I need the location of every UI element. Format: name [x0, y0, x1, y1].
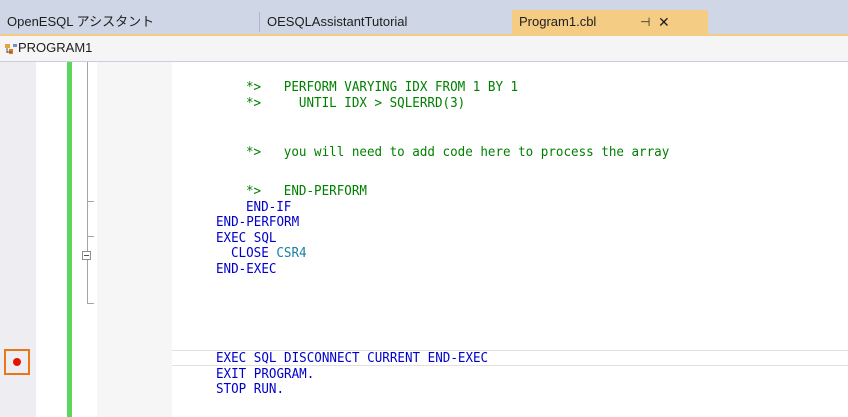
tab-program1-cbl[interactable]: Program1.cbl ⊣ ✕: [512, 10, 708, 34]
code-line: END-PERFORM: [216, 214, 300, 230]
code-editor[interactable]: *> PERFORM VARYING IDX FROM 1 BY 1 *> UN…: [0, 62, 848, 417]
tab-oesqlassistanttutorial[interactable]: OESQLAssistantTutorial: [260, 10, 512, 34]
code-line: STOP RUN.: [216, 381, 285, 397]
program-selector: PROGRAM1: [18, 40, 93, 55]
code-line: END-EXEC: [216, 261, 277, 277]
tab-openesql-assistant[interactable]: OpenESQL アシスタント: [0, 10, 258, 34]
tab-label: Program1.cbl: [519, 14, 597, 29]
code-text-area[interactable]: *> PERFORM VARYING IDX FROM 1 BY 1 *> UN…: [0, 62, 848, 417]
pin-icon[interactable]: ⊣: [640, 10, 650, 34]
close-keyword: CLOSE: [231, 245, 269, 261]
document-tab-strip: OpenESQL アシスタント OESQLAssistantTutorial P…: [0, 0, 848, 34]
code-line: END-IF: [246, 199, 292, 215]
code-line: *> UNTIL IDX > SQLERRD(3): [246, 95, 466, 111]
code-line: CLOSE CSR4: [231, 246, 307, 260]
tab-label: OpenESQL アシスタント: [7, 14, 155, 29]
code-line: EXIT PROGRAM.: [216, 366, 315, 382]
code-line: *> END-PERFORM: [246, 183, 367, 199]
code-line: *> you will need to add code here to pro…: [246, 144, 670, 160]
program-icon: [5, 44, 17, 54]
navigation-bar[interactable]: PROGRAM1: [0, 36, 848, 62]
code-line: *> PERFORM VARYING IDX FROM 1 BY 1: [246, 79, 519, 95]
close-icon[interactable]: ✕: [658, 10, 670, 34]
cursor-name: CSR4: [276, 245, 307, 261]
tab-label: OESQLAssistantTutorial: [267, 14, 408, 29]
code-line: EXEC SQL: [216, 230, 277, 246]
code-line: EXEC SQL DISCONNECT CURRENT END-EXEC: [216, 350, 489, 366]
